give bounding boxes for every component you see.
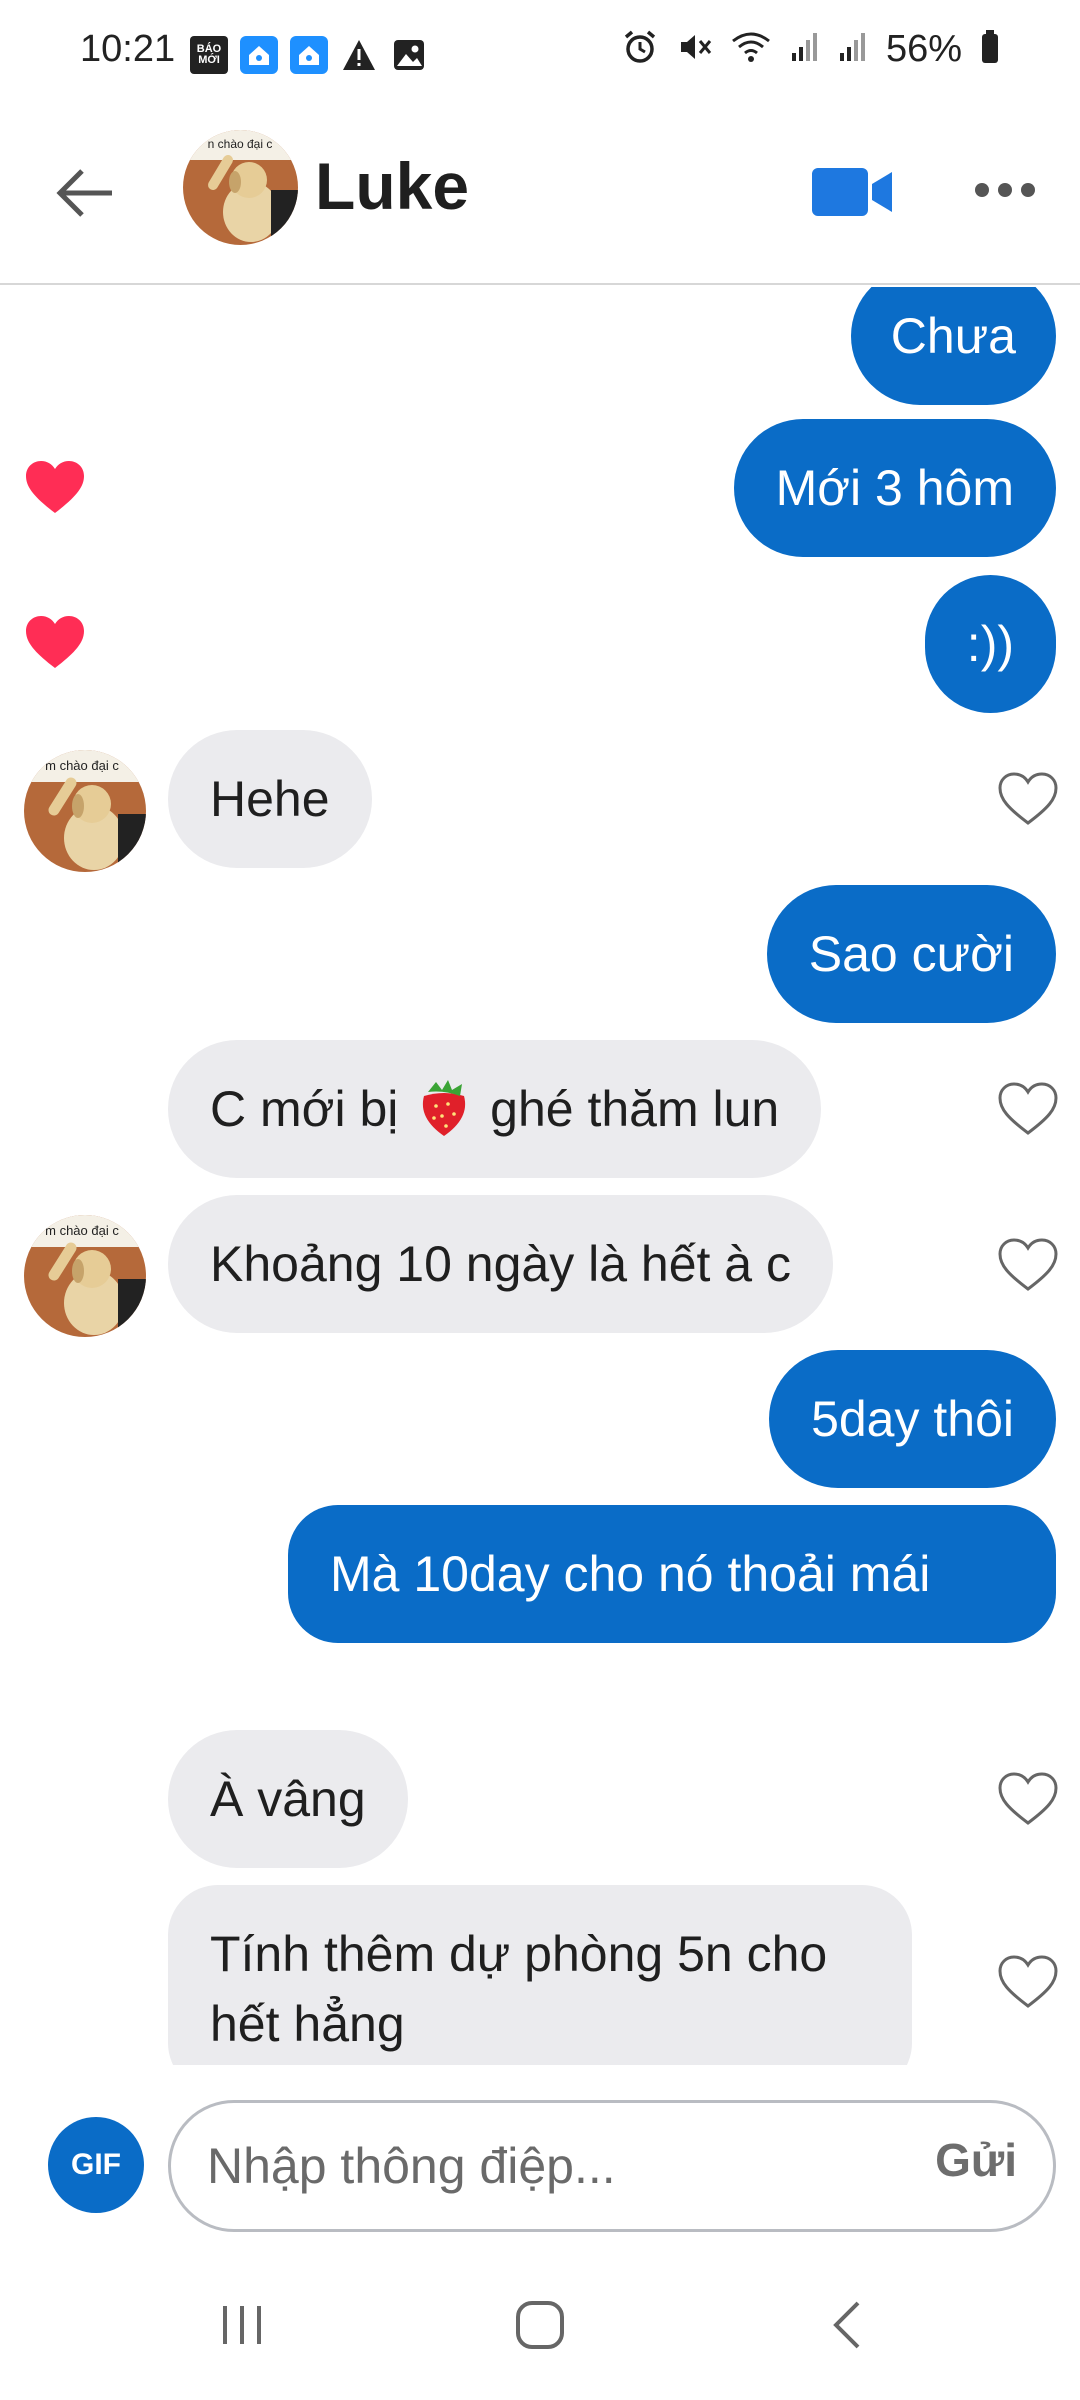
status-bar: 10:21 BÁO MỚI 56%	[0, 0, 1080, 110]
message-composer: GIF Gửi	[0, 2065, 1080, 2235]
message-input[interactable]	[207, 2129, 847, 2203]
chat-screen: 10:21 BÁO MỚI 56% n chào đại c Luke Chưa…	[0, 0, 1080, 2400]
home-icon	[516, 2301, 564, 2349]
heart-outline-icon[interactable]	[997, 1237, 1059, 1293]
heart-reaction-icon	[26, 461, 84, 513]
message-bubble-outgoing[interactable]: Chưa	[850, 287, 1056, 405]
svg-text:m chào đại c: m chào đại c	[45, 1223, 119, 1238]
conversation-header: n chào đại c Luke	[0, 110, 1080, 285]
message-bubble-outgoing[interactable]: Mà 10day cho nó thoải mái	[288, 1505, 1056, 1643]
home-notification-icon	[240, 36, 278, 74]
sender-avatar[interactable]: m chào đại c	[24, 1215, 146, 1337]
sender-avatar[interactable]: m chào đại c	[24, 750, 146, 872]
message-bubble-incoming[interactable]: Tính thêm dự phòng 5n cho hết hẳng	[168, 1885, 912, 2065]
back-nav-button[interactable]	[808, 2290, 888, 2360]
status-time: 10:21	[80, 28, 176, 70]
signal-icon	[790, 31, 820, 68]
message-bubble-outgoing[interactable]: Sao cười	[766, 885, 1056, 1023]
alarm-icon	[622, 29, 658, 70]
heart-outline-icon[interactable]	[997, 1771, 1059, 1827]
message-input-container[interactable]: Gửi	[168, 2100, 1056, 2232]
message-bubble-incoming[interactable]: Khoảng 10 ngày là hết à c	[168, 1195, 834, 1333]
message-bubble-outgoing[interactable]: Mới 3 hôm	[733, 419, 1056, 557]
battery-icon	[980, 29, 1000, 70]
gif-button[interactable]: GIF	[48, 2117, 144, 2213]
bao-moi-icon: BÁO MỚI	[190, 36, 228, 74]
back-button[interactable]	[52, 158, 122, 228]
wifi-icon	[730, 29, 772, 70]
warning-icon	[340, 36, 378, 74]
battery-percent: 56%	[885, 28, 962, 70]
recent-apps-button[interactable]	[202, 2290, 282, 2360]
svg-text:n chào đại c: n chào đại c	[208, 137, 273, 151]
message-text: C mới bị	[210, 1081, 413, 1137]
strawberry-icon	[423, 1080, 466, 1136]
video-call-icon	[812, 168, 892, 216]
heart-outline-icon[interactable]	[997, 1954, 1059, 2010]
message-text: ghé thăm lun	[476, 1081, 780, 1137]
message-list[interactable]: Chưa Mới 3 hôm :)) m chào đại c Hehe Sao…	[0, 287, 1080, 2065]
video-call-button[interactable]	[810, 162, 896, 222]
svg-text:m chào đại c: m chào đại c	[45, 758, 119, 773]
back-arrow-icon	[56, 169, 112, 217]
heart-reaction-icon	[26, 616, 84, 668]
message-bubble-incoming[interactable]: À vâng	[168, 1730, 408, 1868]
message-bubble-outgoing[interactable]: 5day thôi	[769, 1350, 1056, 1488]
home-button[interactable]	[500, 2290, 580, 2360]
recent-apps-icon	[223, 2306, 261, 2344]
message-bubble-incoming[interactable]: Hehe	[168, 730, 372, 868]
message-bubble-incoming[interactable]: C mới bị ghé thăm lun	[168, 1040, 822, 1178]
more-options-icon	[975, 183, 1035, 197]
heart-outline-icon[interactable]	[997, 771, 1059, 827]
system-status-icons: 56%	[622, 28, 1000, 71]
heart-outline-icon[interactable]	[997, 1081, 1059, 1137]
system-navigation-bar	[0, 2250, 1080, 2400]
notification-icons: BÁO MỚI	[190, 36, 428, 74]
back-icon	[833, 2301, 860, 2349]
mute-icon	[676, 29, 712, 70]
home-notification-icon	[290, 36, 328, 74]
contact-name[interactable]: Luke	[315, 148, 469, 224]
send-button[interactable]: Gửi	[935, 2133, 1017, 2187]
message-bubble-outgoing[interactable]: :))	[924, 575, 1056, 713]
image-icon	[390, 36, 428, 74]
more-options-button[interactable]	[970, 170, 1040, 210]
contact-avatar[interactable]: n chào đại c	[183, 130, 298, 245]
signal-icon	[838, 31, 868, 68]
